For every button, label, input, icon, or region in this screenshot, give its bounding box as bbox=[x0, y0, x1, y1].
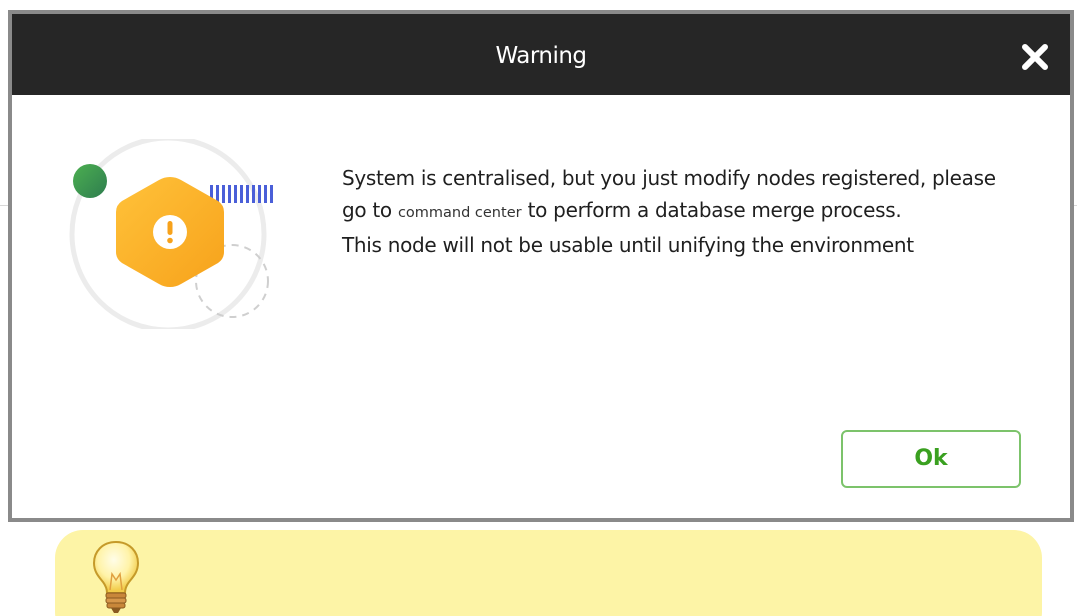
page: Warning System is centralised, but you j… bbox=[0, 0, 1077, 616]
close-icon bbox=[1022, 44, 1048, 70]
close-button[interactable] bbox=[1020, 42, 1050, 72]
ok-button[interactable]: Ok bbox=[841, 430, 1021, 488]
warning-dialog: Warning System is centralised, but you j… bbox=[8, 10, 1074, 522]
tip-box bbox=[55, 530, 1042, 616]
message-text: to perform a database merge process. bbox=[521, 198, 902, 222]
message-text: This node will not be usable until unify… bbox=[342, 233, 914, 257]
lightbulb-icon bbox=[90, 538, 142, 616]
dialog-title: Warning bbox=[495, 43, 587, 69]
command-center-link[interactable]: command center bbox=[398, 205, 522, 221]
dialog-body: Warning System is centralised, but you j… bbox=[12, 14, 1070, 518]
warning-illustration bbox=[60, 135, 280, 333]
dialog-header: Warning bbox=[12, 14, 1070, 95]
dialog-message: System is centralised, but you just modi… bbox=[342, 162, 1002, 261]
